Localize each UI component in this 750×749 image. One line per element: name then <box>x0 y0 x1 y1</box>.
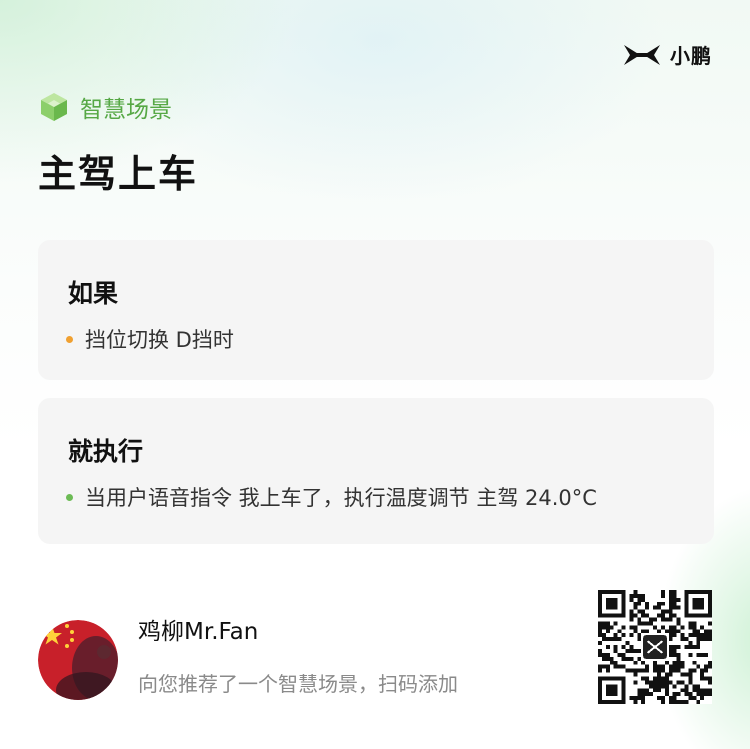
action-bullet <box>66 493 73 501</box>
condition-card: 如果 挡位切换 D挡时 <box>38 240 714 380</box>
cube-icon <box>41 93 67 121</box>
action-heading: 就执行 <box>68 437 144 466</box>
scene-title: 主驾上车 <box>38 152 199 196</box>
author-name: 鸡柳Mr.Fan <box>138 618 259 645</box>
qr-code-image <box>598 590 712 704</box>
author: 鸡柳Mr.Fan 向您推荐了一个智慧场景，扫码添加 <box>38 619 458 700</box>
brand: 小鹏 <box>622 40 712 69</box>
scene-tag-label: 智慧场景 <box>80 97 172 123</box>
action-text: 当用户语音指令 我上车了，执行温度调节 主驾 24.0°C <box>85 486 597 510</box>
xpeng-logo-icon <box>624 44 660 65</box>
action-card: 就执行 当用户语音指令 我上车了，执行温度调节 主驾 24.0°C <box>38 398 714 544</box>
author-subtitle: 向您推荐了一个智慧场景，扫码添加 <box>138 671 458 696</box>
qr-code[interactable] <box>598 590 712 704</box>
brand-name: 小鹏 <box>670 44 712 68</box>
action-item: 当用户语音指令 我上车了，执行温度调节 主驾 24.0°C <box>66 482 597 512</box>
condition-item: 挡位切换 D挡时 <box>66 324 234 354</box>
condition-heading: 如果 <box>68 279 119 308</box>
condition-text: 挡位切换 D挡时 <box>85 328 234 352</box>
scene-tag: 智慧场景 <box>38 90 172 124</box>
author-info: 鸡柳Mr.Fan 向您推荐了一个智慧场景，扫码添加 <box>138 612 458 697</box>
condition-bullet <box>66 335 73 343</box>
avatar[interactable] <box>38 620 118 700</box>
